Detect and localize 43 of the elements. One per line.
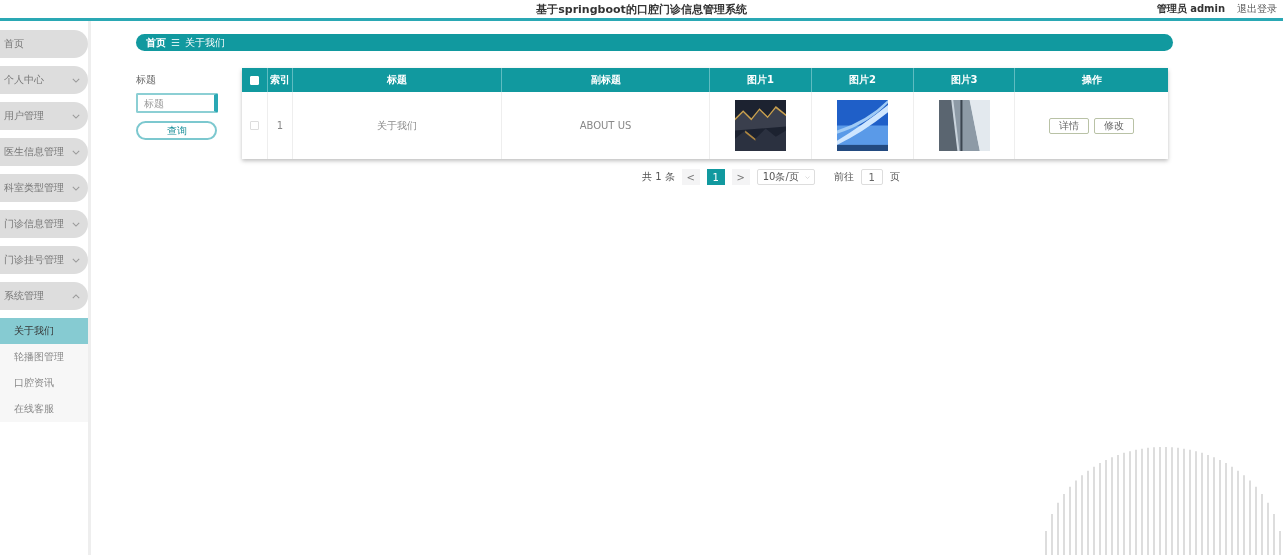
- logout-link[interactable]: 退出登录: [1237, 2, 1277, 16]
- page-number[interactable]: 1: [706, 169, 725, 185]
- menu-item[interactable]: 个人中心: [0, 66, 88, 94]
- row-checkbox[interactable]: [250, 121, 259, 130]
- submenu-item[interactable]: 在线客服: [0, 396, 88, 422]
- submenu-item[interactable]: 轮播图管理: [0, 344, 88, 370]
- row-action-button[interactable]: 详情: [1049, 117, 1089, 134]
- column-header: 操作: [1080, 73, 1103, 87]
- column-header: 图片3: [914, 68, 1015, 92]
- title-search-field[interactable]: 标题: [136, 93, 218, 113]
- submenu-item[interactable]: 关于我们: [0, 318, 88, 344]
- menu-item[interactable]: 用户管理: [0, 102, 88, 130]
- column-header: 标题: [293, 68, 502, 92]
- query-button[interactable]: 查询: [136, 121, 217, 140]
- menu-item[interactable]: 系统管理: [0, 282, 88, 310]
- column-header: 图片1: [710, 68, 812, 92]
- app-title: 基于springboot的口腔门诊信息管理系统: [536, 1, 747, 17]
- page-size-select[interactable]: 10条/页: [756, 169, 815, 185]
- menu-item[interactable]: 医生信息管理: [0, 138, 88, 166]
- page-unit: 页: [889, 170, 900, 184]
- menu-item[interactable]: 门诊挂号管理: [0, 246, 88, 274]
- menu-item[interactable]: 首页: [0, 30, 88, 58]
- column-header: 图片2: [812, 68, 914, 92]
- table-cell: 关于我们: [293, 92, 502, 159]
- breadcrumb-link[interactable]: 关于我们: [184, 35, 225, 50]
- submenu-item[interactable]: 口腔资讯: [0, 370, 88, 396]
- breadcrumb-separator: ☰: [171, 37, 180, 48]
- goto-page-field[interactable]: 1: [860, 169, 883, 185]
- prev-page-button[interactable]: <: [681, 169, 700, 185]
- breadcrumb-link[interactable]: 首页: [146, 35, 166, 50]
- row-action-button[interactable]: 修改: [1094, 117, 1134, 134]
- next-page-button[interactable]: >: [731, 169, 750, 185]
- menu-item[interactable]: 科室类型管理: [0, 174, 88, 202]
- column-header: 副标题: [502, 68, 710, 92]
- table-cell: 1: [268, 92, 293, 159]
- search-label: 标题: [136, 73, 157, 87]
- select-all-checkbox[interactable]: [250, 75, 259, 85]
- menu-item[interactable]: 门诊信息管理: [0, 210, 88, 238]
- goto-label: 前往: [833, 170, 854, 184]
- table-cell: ABOUT US: [502, 92, 710, 159]
- column-header: 索引: [268, 68, 293, 92]
- total-count: 共 1 条: [642, 170, 675, 184]
- user-label: 管理员 admin: [1156, 2, 1225, 16]
